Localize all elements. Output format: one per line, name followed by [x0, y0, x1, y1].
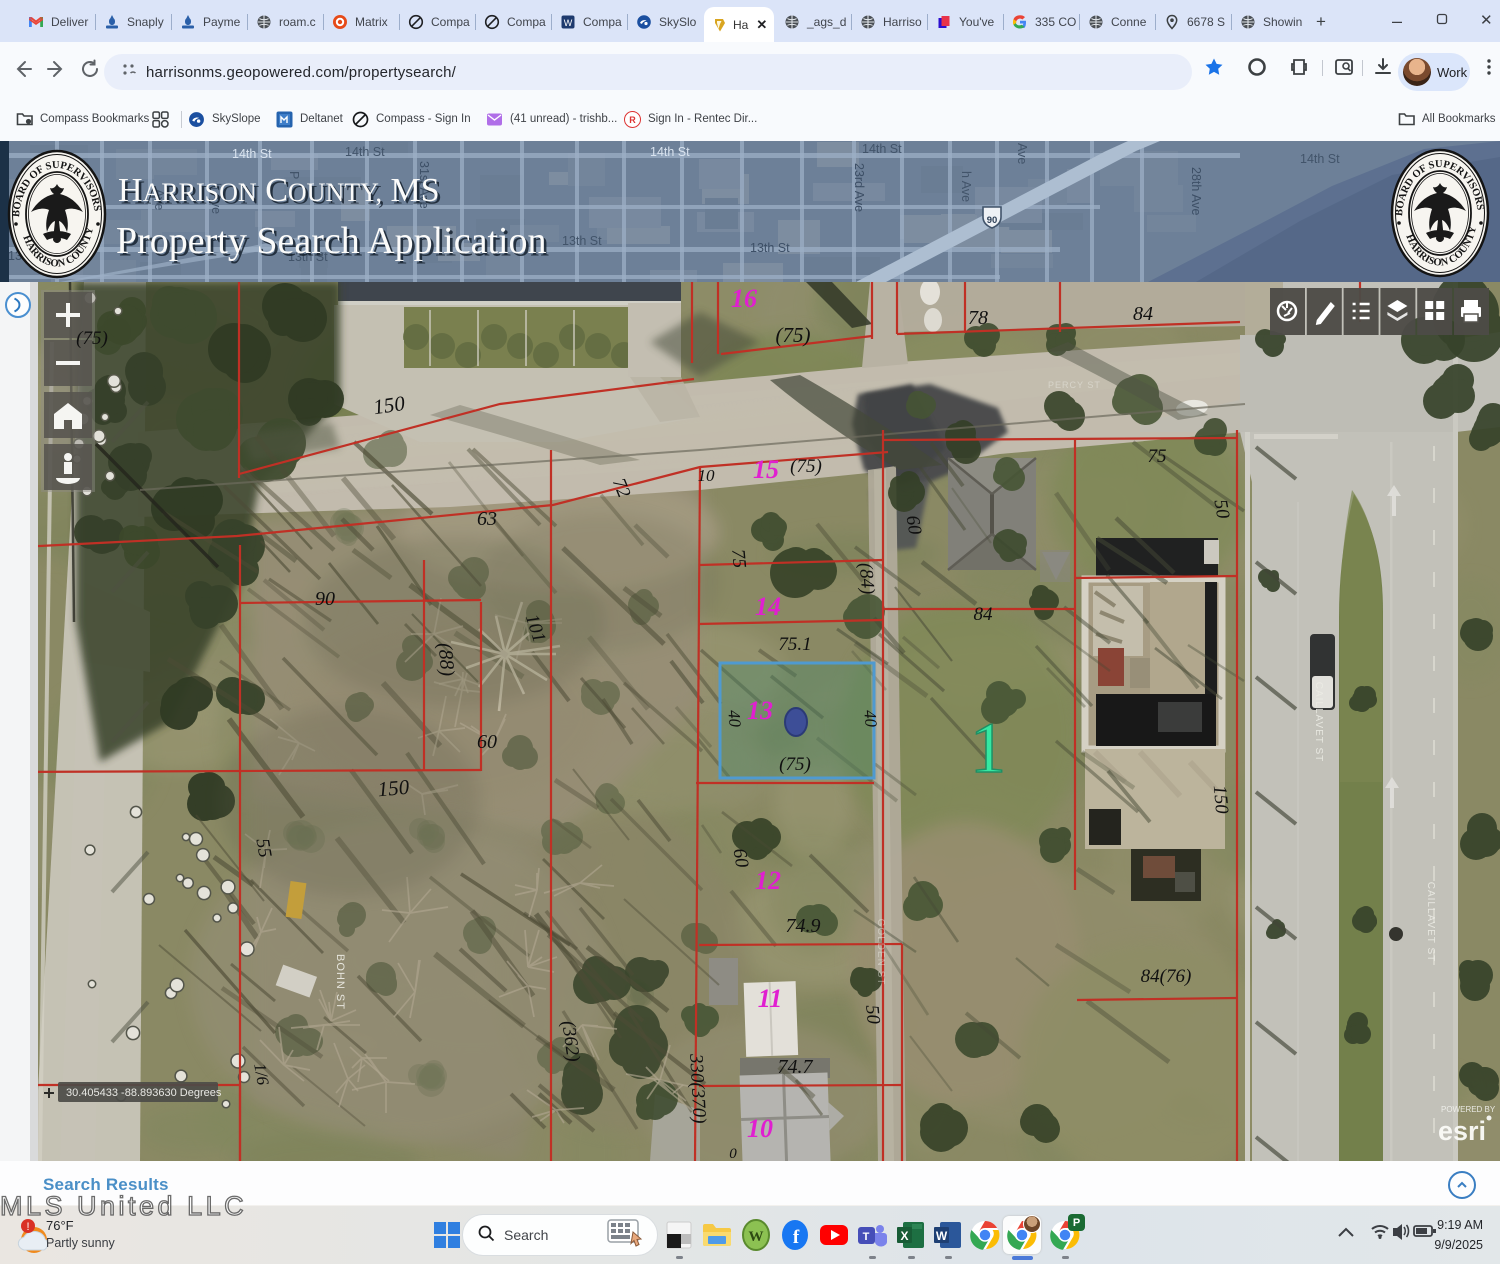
svg-text:14: 14 — [755, 592, 781, 621]
svg-text:40: 40 — [860, 709, 880, 728]
svg-text:(75): (75) — [779, 754, 811, 775]
svg-text:W: W — [564, 18, 573, 28]
svg-text:75: 75 — [727, 548, 750, 569]
svg-text:14th St: 14th St — [1300, 152, 1340, 166]
svg-text:f: f — [793, 1227, 800, 1248]
svg-text:23rd Ave: 23rd Ave — [852, 163, 866, 212]
svg-text:150: 150 — [372, 391, 407, 419]
svg-text:12: 12 — [755, 866, 781, 895]
svg-text:10: 10 — [747, 1114, 773, 1143]
svg-text:X: X — [900, 1229, 908, 1243]
svg-text:14th St: 14th St — [862, 142, 902, 156]
svg-text:T: T — [863, 1231, 870, 1243]
svg-text:75: 75 — [1148, 446, 1167, 467]
svg-text:BOHN ST: BOHN ST — [334, 954, 346, 1010]
svg-text:84: 84 — [1133, 303, 1153, 325]
svg-text:74.7: 74.7 — [778, 1056, 814, 1078]
svg-text:90: 90 — [315, 588, 335, 610]
svg-text:13th St: 13th St — [750, 241, 790, 255]
svg-text:28th Ave: 28th Ave — [1189, 167, 1203, 215]
svg-text:Property Search Application: Property Search Application — [116, 220, 547, 262]
svg-text:16: 16 — [731, 284, 757, 313]
svg-text:W: W — [749, 1229, 764, 1245]
svg-text:(75): (75) — [776, 323, 811, 347]
svg-text:(75): (75) — [76, 328, 108, 349]
svg-text:84: 84 — [974, 604, 994, 625]
svg-text:150: 150 — [377, 775, 411, 802]
svg-text:CAILLAVET ST: CAILLAVET ST — [1425, 882, 1436, 963]
svg-text:90: 90 — [987, 215, 998, 226]
svg-text:15: 15 — [753, 455, 779, 484]
svg-text:POWERED BY: POWERED BY — [1441, 1105, 1496, 1114]
svg-text:11: 11 — [758, 984, 783, 1013]
svg-text:74.9: 74.9 — [786, 915, 821, 937]
svg-text:50: 50 — [861, 1004, 884, 1025]
svg-text:30.405433 -88.893630 Degrees: 30.405433 -88.893630 Degrees — [66, 1087, 222, 1099]
svg-text:13th St: 13th St — [562, 234, 602, 248]
svg-text:CAILLAVET ST: CAILLAVET ST — [1313, 682, 1324, 763]
svg-text:1: 1 — [970, 708, 1006, 788]
svg-text:1/6: 1/6 — [250, 1062, 273, 1087]
svg-text:HARRISON COUNTY, MS: HARRISON COUNTY, MS — [118, 172, 440, 209]
svg-text:63: 63 — [477, 508, 497, 530]
svg-text:W: W — [936, 1229, 948, 1243]
svg-text:14th St: 14th St — [345, 145, 385, 159]
svg-text:PERCY ST: PERCY ST — [1048, 380, 1101, 390]
svg-text:14th St: 14th St — [650, 145, 690, 159]
svg-text:84(76): 84(76) — [1141, 966, 1192, 987]
svg-text:330(370): 330(370) — [685, 1052, 710, 1124]
svg-text:esri: esri — [1438, 1116, 1486, 1146]
svg-text:60: 60 — [477, 731, 497, 753]
svg-text:150: 150 — [1209, 784, 1232, 815]
svg-text:R: R — [629, 115, 636, 125]
svg-text:(75): (75) — [790, 456, 822, 477]
svg-text:0: 0 — [729, 1146, 737, 1161]
svg-text:55: 55 — [251, 837, 275, 859]
svg-text:40: 40 — [724, 709, 744, 728]
svg-text:Ave: Ave — [1015, 143, 1029, 164]
svg-text:!: ! — [26, 1221, 29, 1233]
svg-text:13: 13 — [747, 696, 773, 725]
svg-text:GOLDEN ST: GOLDEN ST — [875, 919, 886, 986]
svg-text:14th St: 14th St — [232, 147, 272, 161]
svg-text:78: 78 — [968, 307, 988, 329]
svg-text:(84): (84) — [855, 562, 879, 595]
svg-text:10: 10 — [698, 466, 716, 485]
svg-text:h Ave: h Ave — [959, 171, 973, 202]
svg-text:75.1: 75.1 — [778, 634, 811, 655]
svg-text:(88): (88) — [434, 642, 459, 677]
